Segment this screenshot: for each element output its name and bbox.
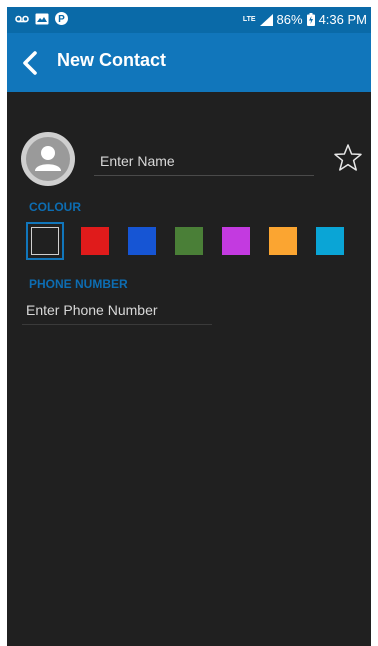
colour-swatch-purple[interactable] [222,227,250,255]
star-icon [334,144,362,171]
page-title: New Contact [57,50,167,70]
battery-percent: 86% [276,12,303,27]
voicemail-icon [15,15,29,22]
colour-label: COLOUR [29,200,81,214]
phone-number-field[interactable] [22,295,212,325]
colour-swatch-blue[interactable] [128,227,156,255]
back-button[interactable] [17,48,45,78]
battery-charging-icon [306,13,315,26]
colour-swatch-red[interactable] [81,227,109,255]
colour-swatch-cyan[interactable] [316,227,344,255]
signal-icon [259,13,273,26]
svg-text:P: P [58,14,65,25]
colour-swatch-black[interactable] [26,222,64,260]
system-icons: LTE 86% 4:36 PM [243,12,367,27]
person-icon [21,132,75,186]
app-bar: New Contact [7,33,371,92]
colour-picker [26,222,363,260]
image-icon [35,13,49,24]
chevron-left-icon [23,51,37,75]
name-field[interactable] [94,146,314,176]
favourite-button[interactable] [333,143,363,173]
colour-swatch-orange[interactable] [269,227,297,255]
colour-swatch-green[interactable] [175,227,203,255]
phone-number-label: PHONE NUMBER [29,277,128,291]
screen: P LTE 86% 4:36 PM New Contact Enter Name… [7,7,371,646]
notification-icons: P [15,12,68,25]
clock: 4:36 PM [318,12,367,27]
pinterest-icon: P [55,12,68,25]
network-type: LTE [242,16,256,23]
avatar[interactable] [20,131,76,187]
status-bar: P LTE 86% 4:36 PM [7,7,371,33]
